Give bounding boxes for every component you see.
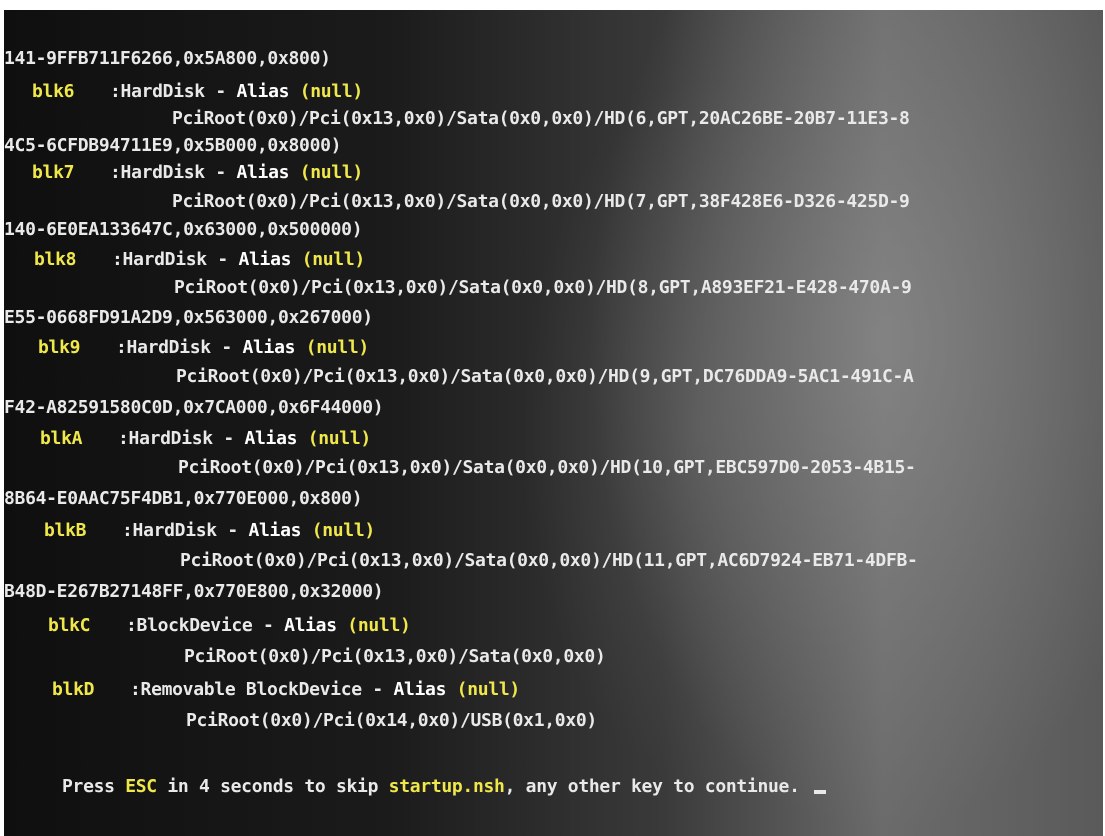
device-id: blkA (40, 428, 83, 449)
device-id: blkD (52, 679, 95, 700)
device-entry-blk6: blk6:HardDisk - Alias (null) (32, 81, 363, 102)
partition-tail-line: 140-6E0EA133647C,0x63000,0x500000) (4, 219, 363, 240)
device-id: blkC (48, 615, 91, 636)
device-entry-blkD: blkD:Removable BlockDevice - Alias (null… (52, 679, 520, 700)
device-entry-blkA: blkA:HardDisk - Alias (null) (40, 428, 371, 449)
device-id: blk6 (32, 81, 75, 102)
device-path-line: PciRoot(0x0)/Pci(0x13,0x0)/Sata(0x0,0x0)… (178, 457, 916, 478)
device-path-line: PciRoot(0x0)/Pci(0x13,0x0)/Sata(0x0,0x0)… (174, 277, 912, 298)
partition-tail-line: 4C5-6CFDB94711E9,0x5B000,0x8000) (4, 135, 342, 156)
partition-tail-line: E55-0668FD91A2D9,0x563000,0x267000) (4, 307, 373, 328)
partition-tail-line: F42-A82591580C0D,0x7CA000,0x6F44000) (4, 397, 384, 418)
partition-tail-line: B48D-E267B27148FF,0x770E800,0x32000) (4, 581, 384, 602)
device-path-line: PciRoot(0x0)/Pci(0x13,0x0)/Sata(0x0,0x0)… (180, 550, 918, 571)
device-path-line: PciRoot(0x0)/Pci(0x13,0x0)/Sata(0x0,0x0) (184, 646, 606, 667)
device-path-line: PciRoot(0x0)/Pci(0x13,0x0)/Sata(0x0,0x0)… (172, 108, 910, 129)
device-entry-blkB: blkB:HardDisk - Alias (null) (44, 520, 375, 541)
text-cursor (814, 790, 827, 794)
device-entry-blk8: blk8:HardDisk - Alias (null) (34, 249, 365, 270)
partition-tail-line: 141-9FFB711F6266,0x5A800,0x800) (4, 48, 331, 69)
device-path-line: PciRoot(0x0)/Pci(0x14,0x0)/USB(0x1,0x0) (186, 710, 597, 731)
device-id: blkB (44, 520, 87, 541)
esc-key-label: ESC (125, 776, 157, 797)
startup-script-name: startup.nsh (388, 776, 505, 797)
device-id: blk9 (38, 337, 81, 358)
partition-tail-line: 8B64-E0AAC75F4DB1,0x770E000,0x800) (4, 488, 363, 509)
photo-frame: 141-9FFB711F6266,0x5A800,0x800) blk6:Har… (0, 0, 1105, 836)
device-entry-blk9: blk9:HardDisk - Alias (null) (38, 337, 369, 358)
device-path-line: PciRoot(0x0)/Pci(0x13,0x0)/Sata(0x0,0x0)… (172, 191, 910, 212)
device-id: blk8 (34, 249, 77, 270)
startup-prompt: Press ESC in 4 seconds to skip startup.n… (62, 776, 827, 798)
device-entry-blkC: blkC:BlockDevice - Alias (null) (48, 615, 411, 636)
device-id: blk7 (32, 162, 75, 183)
device-path-line: PciRoot(0x0)/Pci(0x13,0x0)/Sata(0x0,0x0)… (176, 366, 914, 387)
device-entry-blk7: blk7:HardDisk - Alias (null) (32, 162, 363, 183)
uefi-shell-screen: 141-9FFB711F6266,0x5A800,0x800) blk6:Har… (4, 10, 1103, 836)
